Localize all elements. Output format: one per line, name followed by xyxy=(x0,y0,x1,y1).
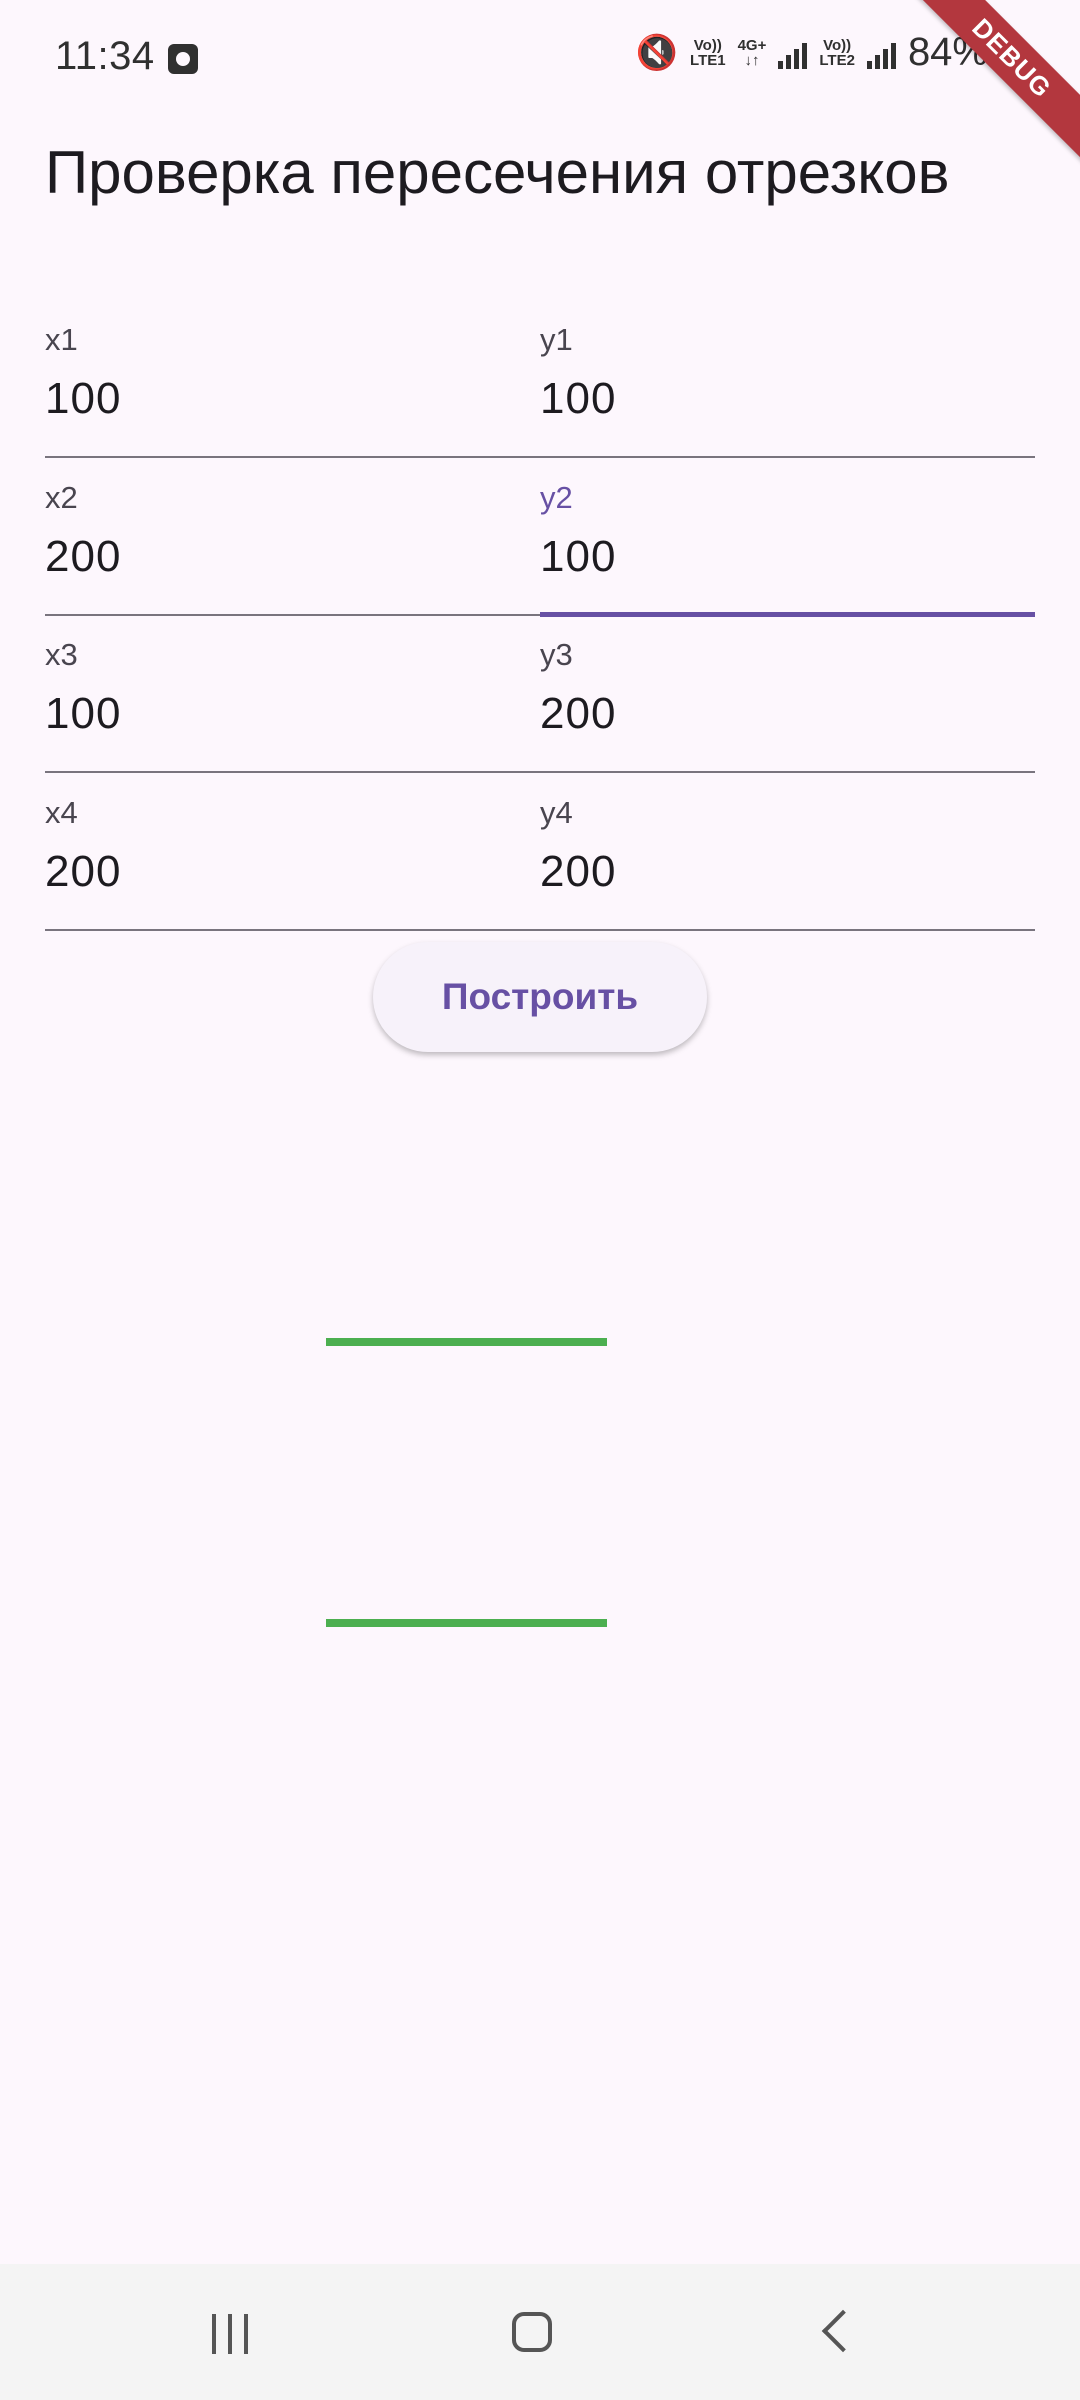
network-type-text: 4G+ xyxy=(737,36,767,54)
signal1-icon xyxy=(778,37,808,69)
field-y4[interactable]: y4 xyxy=(540,795,1035,935)
y1-input[interactable] xyxy=(540,374,1020,424)
mute-icon: 🔇 xyxy=(635,33,679,72)
home-button[interactable] xyxy=(444,2264,624,2400)
field-underline xyxy=(540,456,1035,458)
recents-button[interactable] xyxy=(140,2264,320,2400)
build-button[interactable]: Построить xyxy=(373,942,707,1052)
field-underline xyxy=(45,771,540,773)
field-underline xyxy=(540,771,1035,773)
field-label-x2: x2 xyxy=(45,480,78,515)
field-y3[interactable]: y3 xyxy=(540,637,1035,777)
field-underline xyxy=(540,929,1035,931)
field-x2[interactable]: x2 xyxy=(45,480,540,620)
volte1-indicator: Vo)) LTE1 xyxy=(690,38,726,68)
field-label-y4: y4 xyxy=(540,795,573,830)
field-underline xyxy=(45,929,540,931)
network-indicator: 4G+ ↓↑ xyxy=(738,38,767,68)
data-arrows-icon: ↓↑ xyxy=(744,51,760,69)
field-label-x4: x4 xyxy=(45,795,78,830)
lte2-text: LTE2 xyxy=(819,51,855,69)
field-label-x1: x1 xyxy=(45,322,78,357)
lte1-text: LTE1 xyxy=(690,51,726,69)
field-x3[interactable]: x3 xyxy=(45,637,540,777)
field-underline xyxy=(45,456,540,458)
x1-input[interactable] xyxy=(45,374,525,424)
volte2-text: Vo)) xyxy=(823,36,852,54)
field-x4[interactable]: x4 xyxy=(45,795,540,935)
x4-input[interactable] xyxy=(45,847,525,897)
field-underline-focused xyxy=(540,612,1035,617)
field-y1[interactable]: y1 xyxy=(540,322,1035,462)
navigation-bar xyxy=(0,2264,1080,2400)
field-label-x3: x3 xyxy=(45,637,78,672)
alarm-icon xyxy=(168,44,198,74)
field-underline xyxy=(45,614,540,616)
y2-input[interactable] xyxy=(540,532,1020,582)
segments-canvas xyxy=(326,1338,607,1627)
back-icon xyxy=(821,2309,865,2353)
signal2-icon xyxy=(866,37,896,69)
volte2-indicator: Vo)) LTE2 xyxy=(819,38,855,68)
page-title: Проверка пересечения отрезков xyxy=(45,139,950,206)
x2-input[interactable] xyxy=(45,532,525,582)
field-label-y3: y3 xyxy=(540,637,573,672)
y4-input[interactable] xyxy=(540,847,1020,897)
x3-input[interactable] xyxy=(45,689,525,739)
home-icon xyxy=(512,2312,552,2352)
status-time: 11:34 xyxy=(55,34,155,78)
field-label-y1: y1 xyxy=(540,322,573,357)
status-bar: 11:34 🔇 Vo)) LTE1 4G+ ↓↑ Vo)) LTE2 84% xyxy=(0,0,1080,118)
y3-input[interactable] xyxy=(540,689,1020,739)
field-y2[interactable]: y2 xyxy=(540,480,1035,620)
volte1-text: Vo)) xyxy=(693,36,722,54)
field-x1[interactable]: x1 xyxy=(45,322,540,462)
field-label-y2: y2 xyxy=(540,480,573,515)
back-button[interactable] xyxy=(748,2264,928,2400)
